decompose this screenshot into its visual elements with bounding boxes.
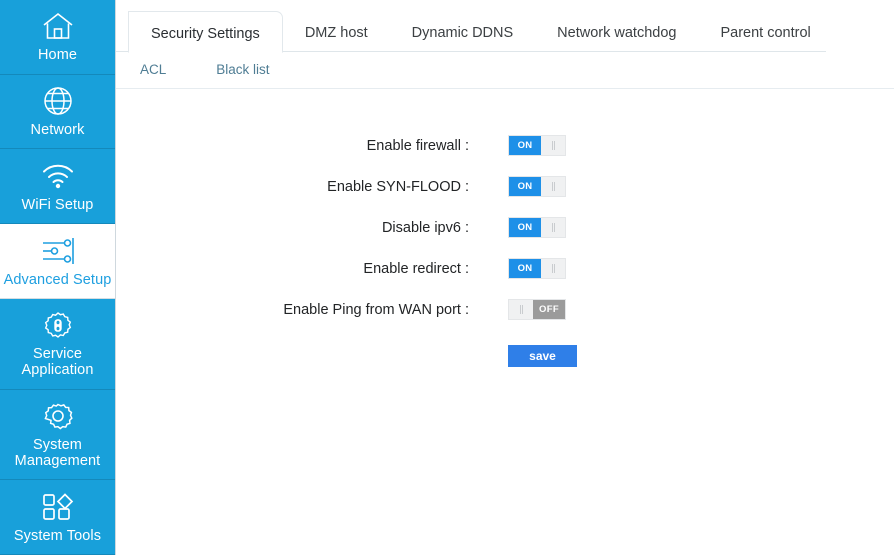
sidebar-item-service-application[interactable]: Service Application bbox=[0, 299, 115, 390]
tab-network-watchdog[interactable]: Network watchdog bbox=[535, 25, 698, 52]
gear-icon bbox=[42, 398, 74, 434]
tab-label: Network watchdog bbox=[557, 25, 677, 41]
form-row: Enable SYN-FLOOD : ON bbox=[116, 166, 894, 207]
sidebar-item-advanced-setup[interactable]: Advanced Setup bbox=[0, 224, 115, 299]
sidebar-item-label: Network bbox=[30, 122, 85, 139]
sidebar-item-label: Home bbox=[37, 47, 78, 64]
tab-label: Security Settings bbox=[151, 26, 260, 42]
toggle-enable-redirect[interactable]: ON bbox=[508, 258, 566, 279]
sidebar-item-wifi-setup[interactable]: WiFi Setup bbox=[0, 149, 115, 225]
label-enable-ping-from-wan-port: Enable Ping from WAN port : bbox=[283, 301, 469, 318]
sub-navigation: ACL Black list bbox=[116, 52, 894, 89]
form-row: Enable firewall : ON bbox=[116, 125, 894, 166]
toggle-enable-firewall[interactable]: ON bbox=[508, 135, 566, 156]
tab-dmz-host[interactable]: DMZ host bbox=[283, 25, 390, 52]
sidebar-item-label: WiFi Setup bbox=[21, 196, 94, 213]
tab-parent-control[interactable]: Parent control bbox=[698, 25, 832, 52]
label-enable-syn-flood: Enable SYN-FLOOD : bbox=[327, 178, 469, 195]
toggle-knob[interactable] bbox=[509, 300, 533, 319]
toggle-on-segment[interactable]: ON bbox=[509, 136, 541, 155]
security-settings-form: Enable firewall : ON Enable SYN-FLOOD : ON D… bbox=[116, 89, 894, 330]
tab-dynamic-ddns[interactable]: Dynamic DDNS bbox=[390, 25, 536, 52]
sidebar-item-label: System Management bbox=[14, 436, 101, 469]
sidebar-item-label: Service Application bbox=[21, 346, 94, 379]
sidebar-item-network[interactable]: Network bbox=[0, 75, 115, 150]
form-row: Enable Ping from WAN port : OFF bbox=[116, 289, 894, 330]
main-sidebar: Home Network WiFi Setup Advanced Setup Servi… bbox=[0, 0, 116, 555]
tab-security-settings[interactable]: Security Settings bbox=[128, 11, 283, 53]
subnav-link-black-list[interactable]: Black list bbox=[216, 62, 269, 77]
subnav-link-acl[interactable]: ACL bbox=[140, 62, 166, 77]
toggle-on-segment[interactable]: ON bbox=[509, 218, 541, 237]
form-row: Enable redirect : ON bbox=[116, 248, 894, 289]
tab-label: DMZ host bbox=[304, 25, 368, 41]
home-icon bbox=[41, 8, 75, 44]
tab-bar: Security Settings DMZ host Dynamic DDNS Net… bbox=[116, 0, 894, 53]
content-area: Security Settings DMZ host Dynamic DDNS Net… bbox=[116, 0, 894, 555]
toggle-enable-syn-flood[interactable]: ON bbox=[508, 176, 566, 197]
tab-label: Parent control bbox=[720, 25, 811, 41]
wifi-icon bbox=[41, 158, 75, 194]
toggle-enable-ping-from-wan-port[interactable]: OFF bbox=[508, 299, 566, 320]
toggle-knob[interactable] bbox=[541, 136, 565, 155]
service-icon bbox=[42, 307, 74, 343]
toggle-off-segment[interactable]: OFF bbox=[533, 300, 565, 319]
label-enable-firewall: Enable firewall : bbox=[366, 137, 469, 154]
tools-icon bbox=[41, 489, 75, 525]
globe-icon bbox=[42, 83, 74, 119]
sidebar-item-system-tools[interactable]: System Tools bbox=[0, 480, 115, 555]
toggle-on-segment[interactable]: ON bbox=[509, 259, 541, 278]
sidebar-item-label: Advanced Setup bbox=[3, 271, 112, 288]
sliders-icon bbox=[40, 233, 76, 269]
tab-label: Dynamic DDNS bbox=[411, 25, 514, 41]
sidebar-item-home[interactable]: Home bbox=[0, 0, 115, 75]
toggle-knob[interactable] bbox=[541, 177, 565, 196]
form-row: Disable ipv6 : ON bbox=[116, 207, 894, 248]
save-row: save bbox=[116, 330, 894, 374]
save-button[interactable]: save bbox=[508, 345, 577, 367]
label-disable-ipv6: Disable ipv6 : bbox=[381, 219, 469, 236]
toggle-on-segment[interactable]: ON bbox=[509, 177, 541, 196]
toggle-knob[interactable] bbox=[541, 259, 565, 278]
toggle-disable-ipv6[interactable]: ON bbox=[508, 217, 566, 238]
sidebar-item-label: System Tools bbox=[13, 527, 102, 544]
toggle-knob[interactable] bbox=[541, 218, 565, 237]
router-admin-page: Home Network WiFi Setup Advanced Setup Servi… bbox=[0, 0, 894, 555]
label-enable-redirect: Enable redirect : bbox=[363, 260, 469, 277]
sidebar-item-system-management[interactable]: System Management bbox=[0, 390, 115, 481]
